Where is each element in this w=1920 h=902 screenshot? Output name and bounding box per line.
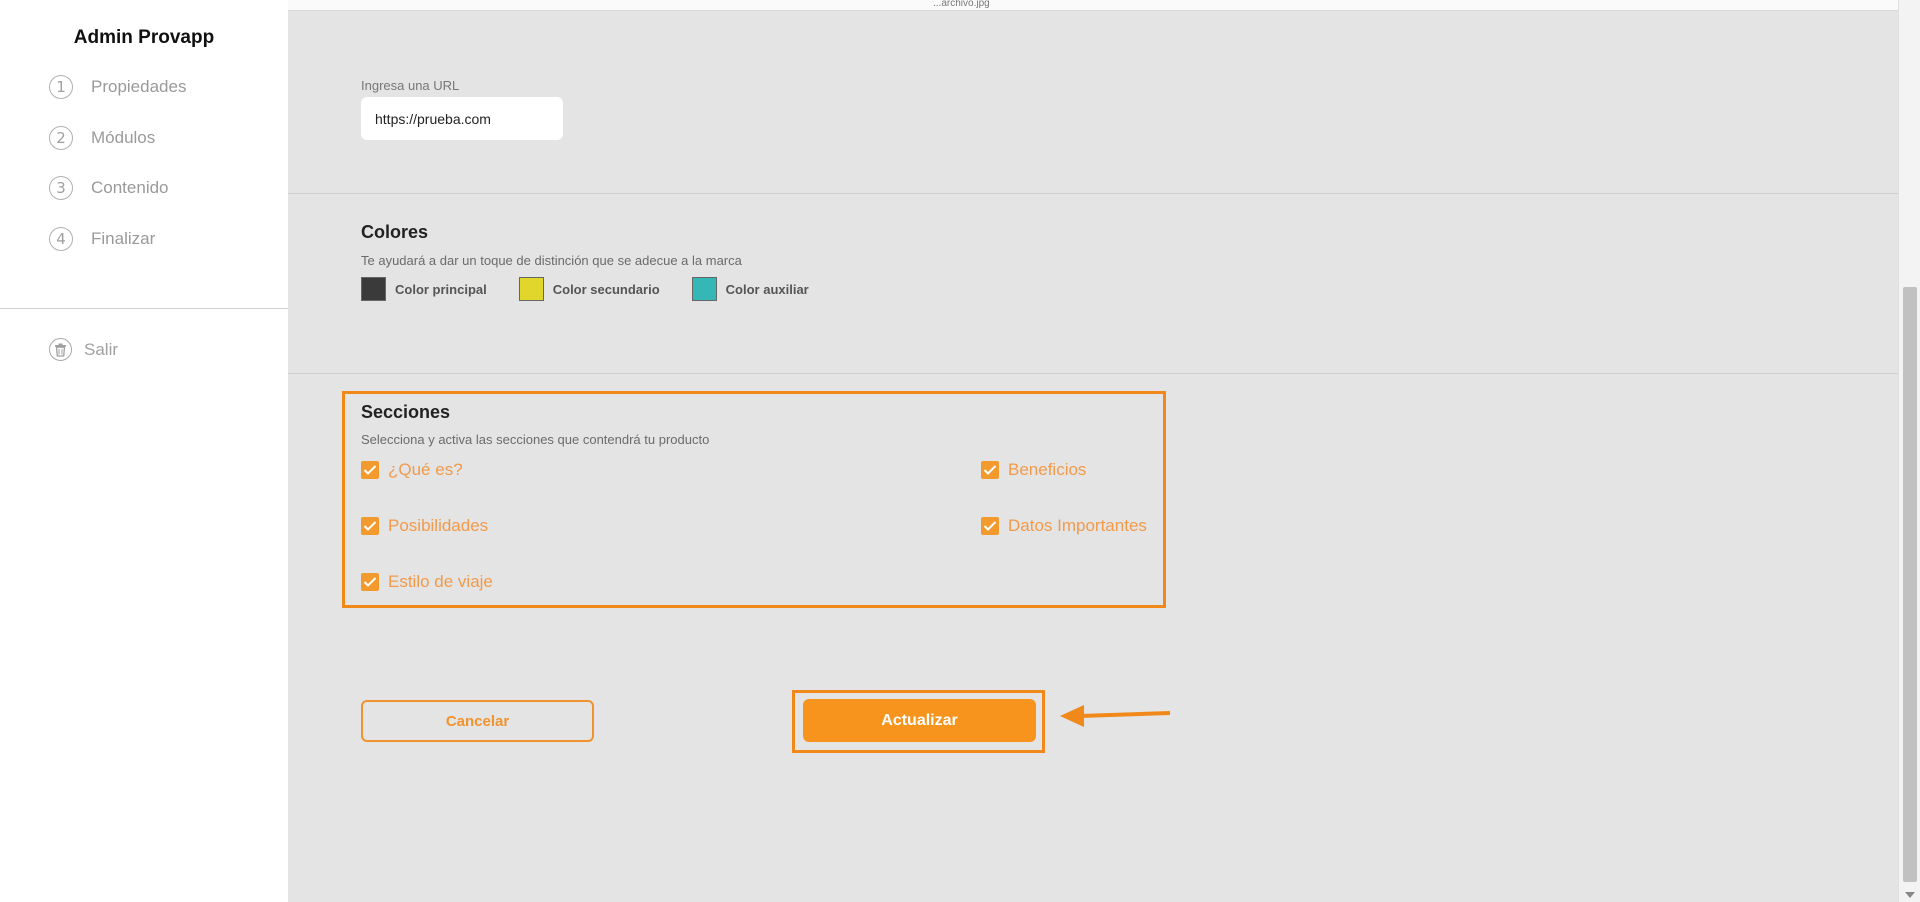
color-swatch-row: Color principal Color secundario Color a… <box>361 277 841 301</box>
step-number-icon: 3 <box>49 176 73 200</box>
color-secundario-picker[interactable]: Color secundario <box>518 277 660 301</box>
scroll-down-arrow-icon[interactable] <box>1905 892 1915 898</box>
checkbox-datos-importantes[interactable]: Datos Importantes <box>981 516 1147 536</box>
checkmark-icon <box>361 461 379 479</box>
checkbox-que-es[interactable]: ¿Qué es? <box>361 460 463 480</box>
sidebar-item-label: Contenido <box>91 178 169 197</box>
color-secundario-label: Color secundario <box>552 281 660 297</box>
checkmark-icon <box>361 573 379 591</box>
truncated-filename: ...archivo.jpg <box>933 0 990 8</box>
logout-button[interactable]: Salir <box>49 338 118 361</box>
color-swatch-principal <box>361 277 386 301</box>
checkbox-posibilidades[interactable]: Posibilidades <box>361 516 488 536</box>
sidebar-item-label: Propiedades <box>91 77 187 96</box>
main-content: Ingresa una URL Colores Te ayudará a dar… <box>288 11 1898 902</box>
cancel-button[interactable]: Cancelar <box>361 700 594 742</box>
colors-title: Colores <box>361 222 429 242</box>
step-number-icon: 2 <box>49 126 73 150</box>
top-strip: ...archivo.jpg <box>288 0 1920 11</box>
trash-icon <box>49 338 72 361</box>
url-field-label: Ingresa una URL <box>361 78 460 93</box>
checkmark-icon <box>981 517 999 535</box>
scrollbar-thumb[interactable] <box>1903 287 1917 882</box>
sidebar-item-label: Finalizar <box>91 229 156 248</box>
update-button[interactable]: Actualizar <box>803 699 1036 742</box>
sidebar-divider <box>0 308 288 309</box>
vertical-scrollbar[interactable] <box>1898 0 1920 902</box>
colors-subtitle: Te ayudará a dar un toque de distinción … <box>361 253 742 268</box>
checkmark-icon <box>981 461 999 479</box>
color-auxiliar-label: Color auxiliar <box>725 281 809 297</box>
color-principal-picker[interactable]: Color principal <box>361 277 487 301</box>
sidebar-item-propiedades[interactable]: 1 Propiedades <box>49 75 186 99</box>
step-number-icon: 4 <box>49 227 73 251</box>
checkmark-icon <box>361 517 379 535</box>
section-divider <box>288 373 1898 374</box>
color-auxiliar-picker[interactable]: Color auxiliar <box>691 277 809 301</box>
checkbox-estilo-de-viaje[interactable]: Estilo de viaje <box>361 572 493 592</box>
logout-label: Salir <box>84 339 119 359</box>
arrow-left-icon <box>1060 705 1171 727</box>
sidebar-item-modulos[interactable]: 2 Módulos <box>49 126 155 150</box>
step-number-icon: 1 <box>49 75 73 99</box>
checkbox-label: Posibilidades <box>388 516 489 535</box>
url-input[interactable] <box>361 97 563 140</box>
section-divider <box>288 193 1898 194</box>
color-swatch-secundario <box>518 277 544 301</box>
sidebar-item-label: Módulos <box>91 128 156 147</box>
checkbox-beneficios[interactable]: Beneficios <box>981 460 1086 480</box>
sections-title: Secciones <box>361 402 451 422</box>
color-swatch-auxiliar <box>691 277 717 301</box>
color-principal-label: Color principal <box>395 281 487 297</box>
sidebar-item-finalizar[interactable]: 4 Finalizar <box>49 227 155 251</box>
sections-subtitle: Selecciona y activa las secciones que co… <box>361 432 710 447</box>
checkbox-label: Estilo de viaje <box>388 572 493 591</box>
sidebar-item-contenido[interactable]: 3 Contenido <box>49 176 169 200</box>
sidebar: Admin Provapp 1 Propiedades 2 Módulos 3 … <box>0 0 288 902</box>
brand-title: Admin Provapp <box>73 27 215 48</box>
checkbox-label: Datos Importantes <box>1008 516 1147 535</box>
checkbox-label: Beneficios <box>1008 460 1087 479</box>
checkbox-label: ¿Qué es? <box>388 460 463 479</box>
